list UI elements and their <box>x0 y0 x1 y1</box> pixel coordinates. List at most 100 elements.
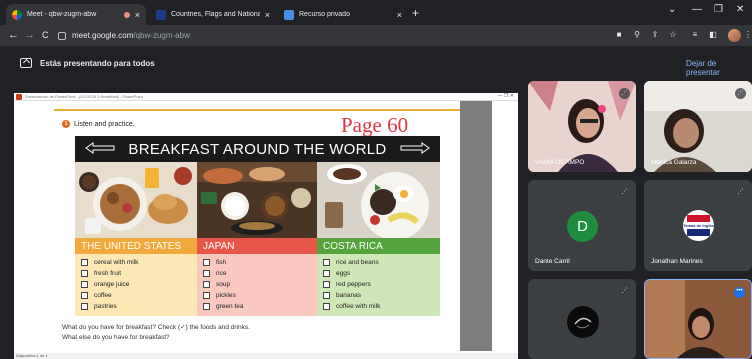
participant-tile-dante[interactable]: ⋰ D Dante Carril <box>528 180 636 271</box>
food-label: coffee with milk <box>336 303 381 310</box>
checkbox[interactable] <box>203 292 210 299</box>
food-label: fresh fruit <box>94 270 122 277</box>
powerpoint-window-controls: — ❐ ✕ <box>497 93 514 99</box>
participant-name: Jonathan Marines <box>651 258 703 265</box>
food-item[interactable]: rice <box>203 268 317 279</box>
participant-tile-5[interactable]: ⋰ <box>528 279 636 359</box>
reading-list-icon[interactable]: ≡ <box>690 30 700 40</box>
side-panel-icon[interactable]: ◧ <box>708 30 718 40</box>
resource-favicon-icon <box>284 9 294 20</box>
bookmark-star-icon[interactable]: ☆ <box>668 30 678 40</box>
address-host: meet.google.com <box>72 31 134 40</box>
powerpoint-logo-icon <box>16 94 22 100</box>
forward-button[interactable]: → <box>24 29 35 41</box>
checkbox[interactable] <box>203 259 210 266</box>
slide: 1 Listen and practice. Page 60 BREAKFAST… <box>54 101 460 351</box>
breakfast-title-bar: BREAKFAST AROUND THE WORLD <box>75 136 440 162</box>
mic-muted-icon: ⋰ <box>619 88 630 99</box>
menu-kebab-icon[interactable]: ⋮ <box>744 30 752 40</box>
reload-button[interactable]: C <box>42 30 49 40</box>
meet-favicon-icon <box>12 9 22 20</box>
checkbox[interactable] <box>323 303 330 310</box>
page-number: Page 60 <box>341 113 409 137</box>
mic-muted-icon: ⋰ <box>619 187 630 198</box>
participant-tile-vania[interactable]: ⋰ VANIA OCAMPO <box>528 81 636 172</box>
instruction: 1 Listen and practice. <box>62 120 135 128</box>
minimize-button[interactable]: — <box>692 4 702 15</box>
food-item[interactable]: fresh fruit <box>81 268 197 279</box>
checkbox[interactable] <box>323 292 330 299</box>
checkbox[interactable] <box>81 292 88 299</box>
lock-icon[interactable] <box>58 31 66 40</box>
food-item[interactable]: coffee <box>81 290 197 301</box>
food-item[interactable]: fish <box>203 257 317 268</box>
presentation-stage: Presentación de PowerPoint - [LESSON 5 B… <box>0 80 524 359</box>
mic-muted-icon: ⋰ <box>619 286 630 297</box>
checkbox[interactable] <box>81 281 88 288</box>
checkbox[interactable] <box>81 303 88 310</box>
participant-tile-self[interactable]: ••• <box>644 279 752 359</box>
checkbox[interactable] <box>323 281 330 288</box>
maximize-button[interactable]: ❐ <box>714 4 723 15</box>
checkbox[interactable] <box>203 281 210 288</box>
instruction-number-icon: 1 <box>62 120 70 128</box>
tab-search-icon[interactable]: ⌄ <box>668 4 676 15</box>
camera-indicator-icon[interactable]: ■ <box>614 30 624 40</box>
more-options-icon[interactable]: ••• <box>734 287 745 298</box>
food-item[interactable]: green tea <box>203 301 317 312</box>
recording-indicator-icon <box>123 11 130 18</box>
food-label: soup <box>216 281 231 288</box>
stop-presenting-button[interactable]: Dejar de presentar <box>686 59 752 77</box>
food-item[interactable]: rice and beans <box>323 257 440 268</box>
tab-close-icon[interactable]: × <box>135 10 140 20</box>
food-item[interactable]: orange juice <box>81 279 197 290</box>
tab-meet[interactable]: Meet - qbw-zugm-abw × <box>6 4 146 25</box>
address-bar[interactable]: meet.google.com/qbw-zugm-abw <box>56 28 604 43</box>
participant-name: Mónica Galarza <box>651 159 697 166</box>
food-item[interactable]: bananas <box>323 290 440 301</box>
food-item[interactable]: coffee with milk <box>323 301 440 312</box>
column-costa-rica: COSTA RICA rice and beans eggs red peppe… <box>317 238 440 316</box>
docs-favicon-icon <box>156 9 166 20</box>
food-label: coffee <box>94 292 112 299</box>
tab-close-icon[interactable]: × <box>265 10 270 20</box>
close-window-button[interactable]: ✕ <box>736 4 744 15</box>
food-label: fish <box>216 259 227 266</box>
food-item[interactable]: cereal with milk <box>81 257 197 268</box>
back-button[interactable]: ← <box>8 29 19 41</box>
food-item[interactable]: soup <box>203 279 317 290</box>
share-icon[interactable]: ⇪ <box>650 30 660 40</box>
new-tab-button[interactable]: + <box>412 6 419 20</box>
address-path: /qbw-zugm-abw <box>133 31 190 40</box>
zoom-icon[interactable]: ⚲ <box>632 30 642 40</box>
food-item[interactable]: eggs <box>323 268 440 279</box>
checkbox[interactable] <box>203 270 210 277</box>
powerpoint-statusbar: Diapositiva 1 de 1 <box>14 353 518 359</box>
participant-tile-jonathan[interactable]: ⋰ Temas de Inglés Jonathan Marines <box>644 180 752 271</box>
food-item[interactable]: pickles <box>203 290 317 301</box>
participant-name: VANIA OCAMPO <box>535 159 585 166</box>
participant-tile-monica[interactable]: ⋰ Mónica Galarza <box>644 81 752 172</box>
country-heading: COSTA RICA <box>317 238 440 254</box>
mic-muted-icon: ⋰ <box>735 187 746 198</box>
slide-counter: Diapositiva 1 de 1 <box>16 353 48 358</box>
photo-usa-breakfast <box>75 162 197 238</box>
checkbox[interactable] <box>203 303 210 310</box>
checkbox[interactable] <box>81 259 88 266</box>
present-screen-icon <box>20 58 32 68</box>
tab-close-icon[interactable]: × <box>397 10 402 20</box>
profile-avatar[interactable] <box>728 29 741 42</box>
checkbox[interactable] <box>323 259 330 266</box>
food-item[interactable]: red peppers <box>323 279 440 290</box>
photo-japan-breakfast <box>197 162 317 238</box>
food-label: pickles <box>216 292 236 299</box>
tab-recurso[interactable]: Recurso privado × <box>278 4 408 25</box>
tab-countries[interactable]: Countries, Flags and Nationaliti × <box>150 4 276 25</box>
checkbox[interactable] <box>323 270 330 277</box>
mic-muted-icon: ⋰ <box>735 88 746 99</box>
checkbox[interactable] <box>81 270 88 277</box>
powerpoint-titlebar: Presentación de PowerPoint - [LESSON 5 B… <box>14 93 518 101</box>
breakfast-photos <box>75 162 440 238</box>
food-item[interactable]: pastries <box>81 301 197 312</box>
question-2: What else do you have for breakfast? <box>62 334 170 341</box>
